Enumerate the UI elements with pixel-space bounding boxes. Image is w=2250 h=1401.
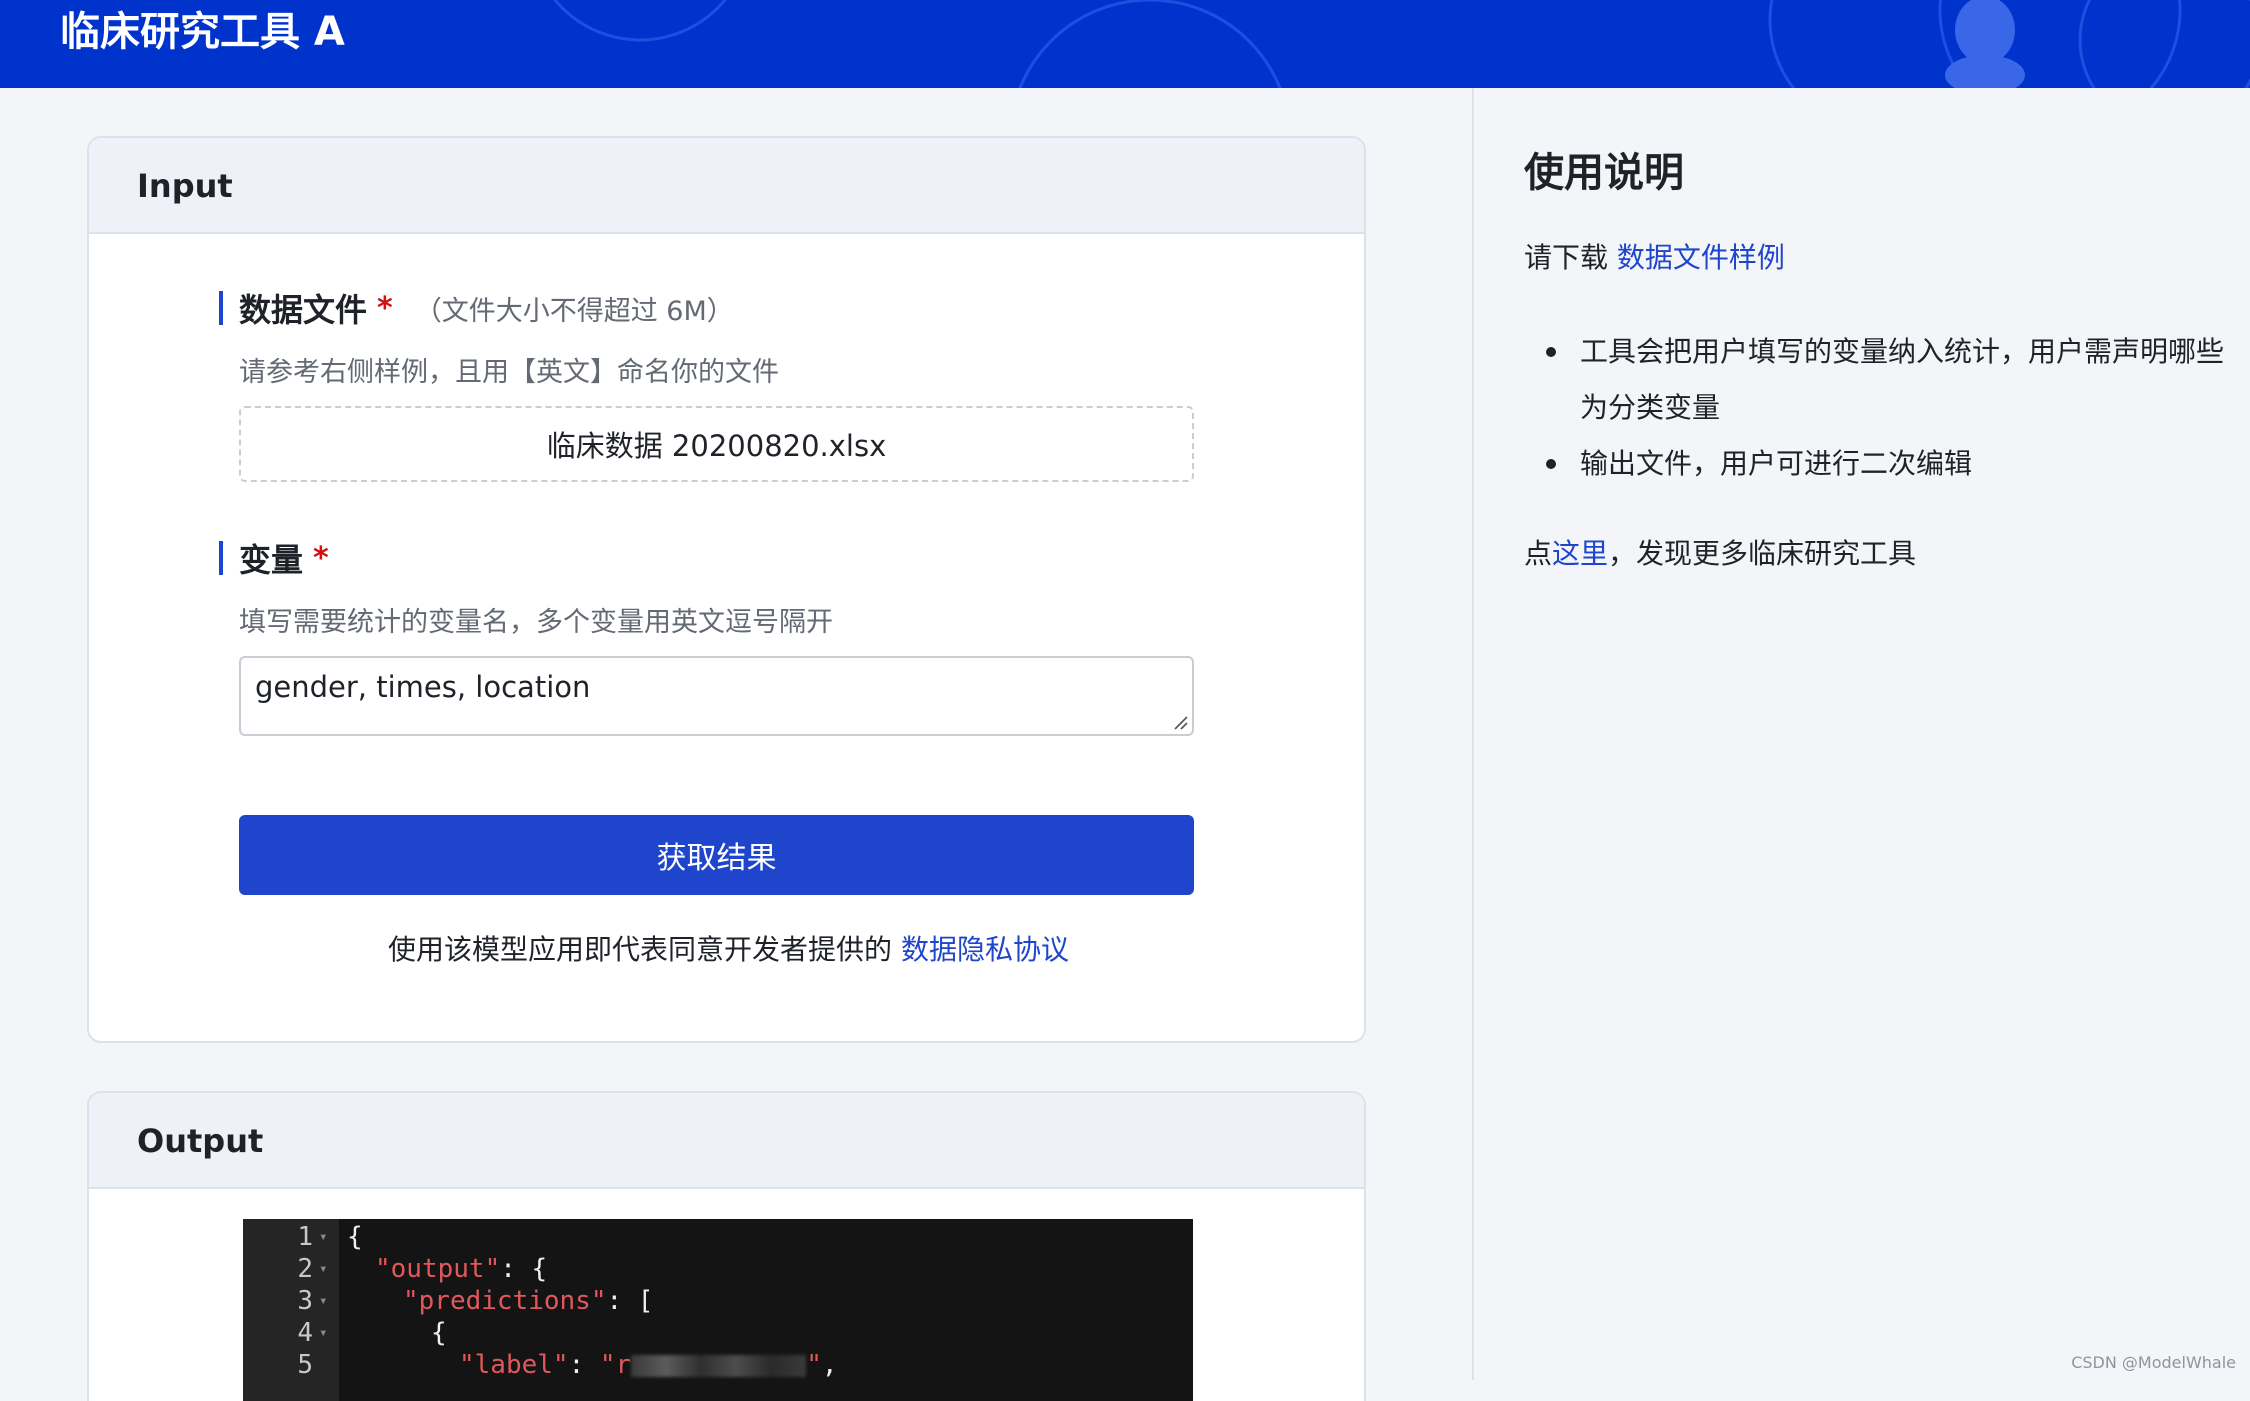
instructions-title: 使用说明 [1524,150,1684,196]
instructions-panel: 使用说明 请下载 数据文件样例 工具会把用户填写的变量纳入统计，用户需声明哪些为… [1472,88,2250,1380]
sample-file-link[interactable]: 数据文件样例 [1617,241,1785,274]
json-key: "label" [459,1350,569,1380]
code-text: "predictions": [ [347,1285,653,1317]
json-value-end: " [806,1350,822,1380]
code-line: 1 ▾ { [243,1221,1193,1253]
code-line: 3 ▾ "predictions": [ [243,1285,1193,1317]
fold-arrow-icon[interactable]: ▾ [319,1317,327,1349]
variables-label: 变量 [239,541,304,579]
json-value-start: "r [599,1350,632,1380]
code-text: { [431,1318,447,1348]
fold-arrow-icon[interactable]: ▾ [319,1253,327,1285]
data-file-label: 数据文件 [239,291,368,329]
resize-handle-icon[interactable] [1172,714,1188,730]
input-card-title: Input [89,138,1364,234]
bullet-dot [1546,347,1556,357]
code-text: { [347,1222,363,1252]
code-line: 2 ▾ "output": { [243,1253,1193,1285]
line-number: 5 [297,1350,313,1380]
json-punct: : [ [606,1286,654,1316]
line-number: 1 [297,1222,313,1252]
required-mark: * [377,290,393,326]
required-mark: * [313,540,329,576]
get-result-button[interactable]: 获取结果 [239,815,1194,895]
json-key: "output" [375,1254,501,1284]
json-punct: : { [500,1254,548,1284]
app-title: 临床研究工具 A [60,9,345,55]
line-number: 3 [297,1286,313,1316]
field-accent-bar [219,291,223,325]
privacy-agreement-link[interactable]: 数据隐私协议 [901,933,1069,966]
agreement-prefix: 使用该模型应用即代表同意开发者提供的 [388,933,901,966]
fold-arrow-icon[interactable]: ▾ [319,1221,327,1253]
data-file-label-row: 数据文件 * （文件大小不得超过 6M） [219,288,734,329]
json-punct: , [821,1350,838,1380]
list-item-text: 工具会把用户填写的变量纳入统计，用户需声明哪些为分类变量 [1580,335,2225,424]
output-card-title: Output [89,1093,1364,1189]
json-punct: : [568,1350,600,1380]
instructions-list: 工具会把用户填写的变量纳入统计，用户需声明哪些为分类变量 输出文件，用户可进行二… [1524,324,2224,492]
bullet-dot [1546,459,1556,469]
download-prefix: 请下载 [1524,241,1617,274]
file-size-note: （文件大小不得超过 6M） [414,295,734,327]
line-number: 4 [297,1318,313,1348]
app-header: 临床研究工具 A [0,0,2250,88]
more-prefix: 点 [1524,537,1553,570]
more-suffix: ，发现更多临床研究工具 [1608,537,1917,570]
code-line: 5 "label": "r ", [243,1349,1193,1381]
variables-label-row: 变量 * [219,538,329,579]
json-code-editor[interactable]: 1 ▾ { 2 ▾ "output": { 3 ▾ "predictions":… [243,1219,1193,1401]
code-line: 4 ▾ { [243,1317,1193,1349]
variables-hint: 填写需要统计的变量名，多个变量用英文逗号隔开 [239,607,833,638]
json-key: "predictions" [403,1286,607,1316]
variables-textarea[interactable]: gender, times, location [239,656,1194,736]
list-item-text: 输出文件，用户可进行二次编辑 [1580,447,1973,480]
list-item: 工具会把用户填写的变量纳入统计，用户需声明哪些为分类变量 [1524,324,2224,436]
variables-value: gender, times, location [255,670,591,704]
code-text: "output": { [347,1253,547,1285]
agreement-text: 使用该模型应用即代表同意开发者提供的 数据隐私协议 [89,928,1364,968]
download-line: 请下载 数据文件样例 [1524,236,1785,276]
input-card: Input 数据文件 * （文件大小不得超过 6M） 请参考右侧样例，且用【英文… [87,136,1366,1043]
field-accent-bar [219,541,223,575]
redacted-value [631,1354,807,1377]
uploaded-file-name: 临床数据 20200820.xlsx [546,429,887,463]
code-text: "label": "r ", [347,1349,838,1381]
line-number: 2 [297,1254,313,1284]
file-upload-box[interactable]: 临床数据 20200820.xlsx [239,406,1194,482]
list-item: 输出文件，用户可进行二次编辑 [1524,436,2224,492]
output-card: Output 1 ▾ { 2 ▾ "output": { 3 ▾ "predic… [87,1091,1366,1401]
watermark: CSDN @ModelWhale [2071,1353,2236,1372]
more-tools-line: 点这里，发现更多临床研究工具 [1524,532,1916,572]
data-file-hint: 请参考右侧样例，且用【英文】命名你的文件 [239,357,779,388]
more-tools-link[interactable]: 这里 [1552,537,1608,570]
fold-arrow-icon[interactable]: ▾ [319,1285,327,1317]
